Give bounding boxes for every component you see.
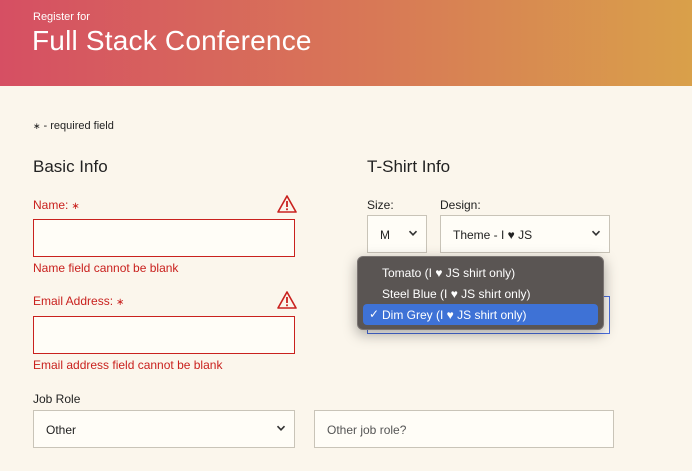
- email-label: Email Address: ∗: [33, 294, 124, 308]
- other-job-role-input[interactable]: Other job role?: [314, 410, 614, 448]
- color-dropdown-menu: Tomato (I ♥ JS shirt only) Steel Blue (I…: [357, 256, 604, 330]
- job-role-select[interactable]: Other: [33, 410, 295, 448]
- name-label-text: Name:: [33, 198, 69, 212]
- chevron-down-icon: [276, 425, 286, 431]
- checkmark-icon: ✓: [369, 307, 380, 321]
- tshirt-info-title: T-Shirt Info: [367, 157, 451, 176]
- size-selected: M: [380, 228, 390, 242]
- job-role-label: Job Role: [33, 392, 81, 406]
- name-error-message: Name field cannot be blank: [33, 261, 179, 275]
- required-star: ∗: [33, 121, 41, 131]
- color-option-steel-blue[interactable]: Steel Blue (I ♥ JS shirt only): [363, 283, 598, 304]
- job-role-selected: Other: [46, 423, 77, 437]
- other-job-role-placeholder: Other job role?: [327, 423, 407, 437]
- design-selected: Theme - I ♥ JS: [453, 228, 533, 242]
- option-label: Tomato (I ♥ JS shirt only): [382, 266, 516, 280]
- page-header: Register for Full Stack Conference: [0, 0, 692, 86]
- email-label-text: Email Address:: [33, 294, 114, 308]
- header-subtitle: Register for: [33, 11, 90, 23]
- chevron-down-icon: [591, 230, 601, 236]
- warning-icon: [277, 195, 297, 213]
- required-star: ∗: [116, 297, 125, 308]
- required-star: ∗: [71, 201, 80, 212]
- warning-icon: [277, 291, 297, 309]
- email-input[interactable]: [33, 316, 295, 354]
- color-option-tomato[interactable]: Tomato (I ♥ JS shirt only): [363, 262, 598, 283]
- size-select[interactable]: M: [367, 215, 427, 253]
- name-input[interactable]: [33, 219, 295, 257]
- header-title: Full Stack Conference: [32, 25, 312, 56]
- name-label: Name: ∗: [33, 198, 80, 212]
- basic-info-title: Basic Info: [33, 157, 108, 176]
- option-label: Steel Blue (I ♥ JS shirt only): [382, 287, 531, 301]
- color-option-dim-grey[interactable]: ✓ Dim Grey (I ♥ JS shirt only): [363, 304, 598, 325]
- design-label: Design:: [440, 198, 481, 212]
- chevron-down-icon: [408, 230, 418, 236]
- required-field-note: ∗ - required field: [33, 120, 114, 132]
- design-select[interactable]: Theme - I ♥ JS: [440, 215, 610, 253]
- email-error-message: Email address field cannot be blank: [33, 358, 223, 372]
- required-note-text: - required field: [43, 120, 114, 132]
- option-label: Dim Grey (I ♥ JS shirt only): [382, 308, 527, 322]
- size-label: Size:: [367, 198, 394, 212]
